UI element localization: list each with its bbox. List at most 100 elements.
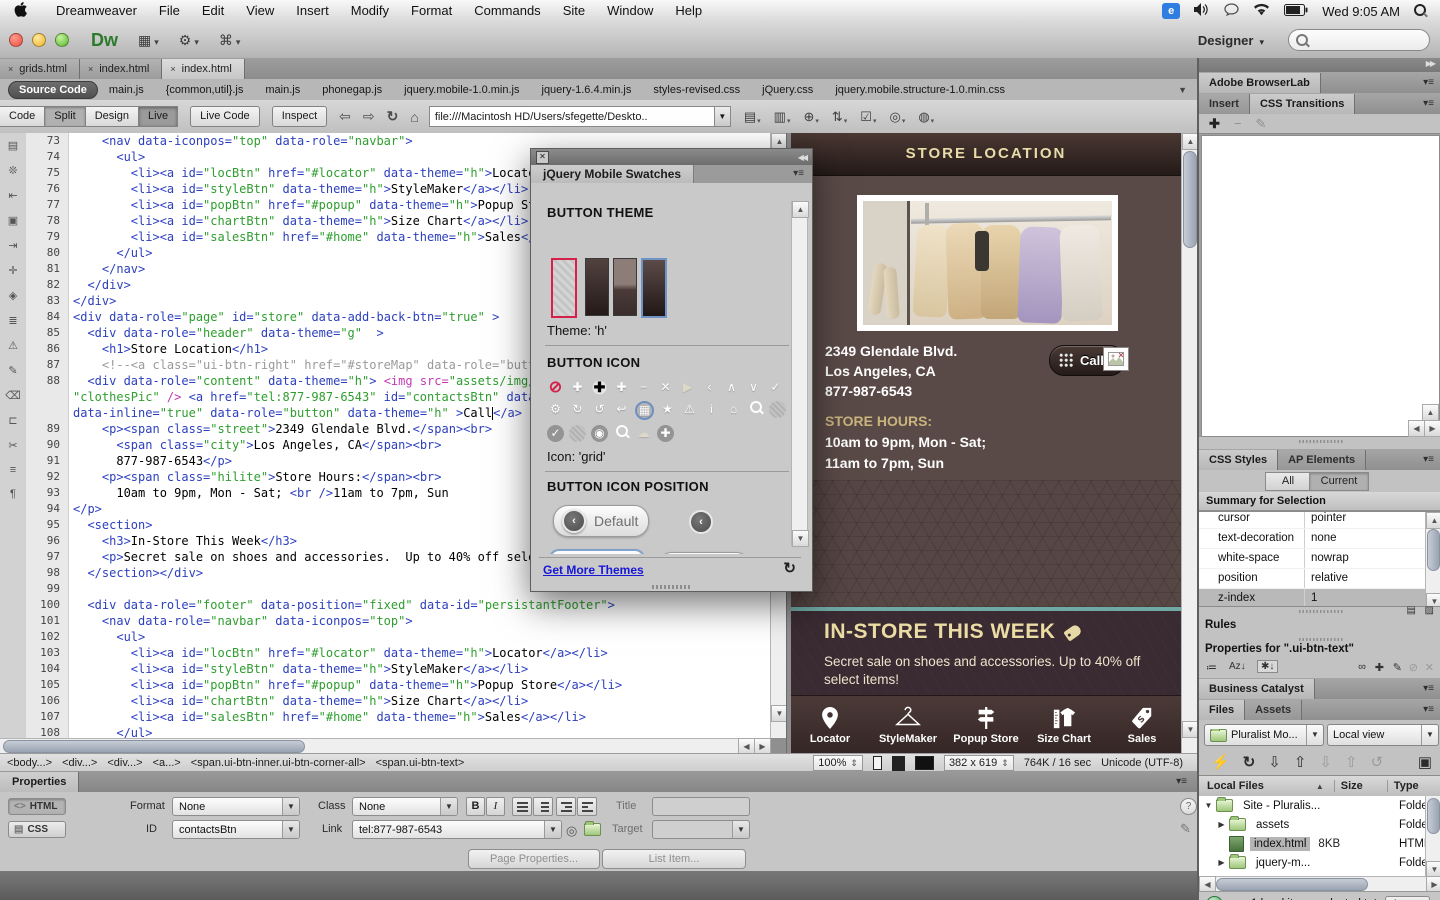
html-mode-button[interactable]: <> HTML: [8, 798, 66, 815]
nav-size-chart[interactable]: Size Chart: [1025, 696, 1103, 753]
expander-icon[interactable]: [1216, 820, 1227, 829]
edit-rule-icon[interactable]: ✎: [1393, 661, 1402, 674]
scroll-up-button[interactable]: ▲: [792, 201, 809, 218]
tag-selector-item[interactable]: <div...>: [59, 757, 100, 769]
coding-toolbar-icon[interactable]: ✛: [8, 264, 17, 277]
coding-toolbar-icon[interactable]: ⇥: [8, 239, 17, 252]
close-window-button[interactable]: [9, 33, 23, 47]
expander-icon[interactable]: [1216, 858, 1227, 867]
panel-menu-icon[interactable]: ▾≡: [1423, 73, 1434, 93]
scroll-left-button[interactable]: ◀: [1408, 420, 1425, 437]
collapse-panel-icon[interactable]: ◀◀: [798, 153, 806, 162]
collapse-dock-icon[interactable]: ▶▶: [1426, 59, 1434, 68]
coding-toolbar-icon[interactable]: ▣: [8, 214, 18, 227]
plus-alt-icon[interactable]: ✚: [591, 379, 608, 396]
icon-position-default-button[interactable]: ‹ Default: [553, 505, 649, 537]
scrollbar-thumb[interactable]: [1183, 151, 1197, 248]
panel-resize-grip[interactable]: [652, 585, 692, 589]
search-dark-icon[interactable]: [613, 425, 630, 442]
forward-icon[interactable]: ↺: [591, 401, 608, 418]
grid-icon[interactable]: ▦: [635, 401, 654, 420]
add-transition-icon[interactable]: ✚: [1209, 116, 1220, 132]
plus-icon[interactable]: ✚: [569, 379, 586, 396]
assets-tab[interactable]: Assets: [1245, 700, 1302, 720]
filter-related-files-icon[interactable]: ▼: [1178, 85, 1187, 95]
view-mode-button[interactable]: Design: [85, 106, 139, 127]
business-catalyst-tab[interactable]: Business Catalyst: [1199, 679, 1315, 699]
search-icon[interactable]: [747, 401, 764, 418]
document-tab[interactable]: × index.html: [162, 59, 244, 79]
live-view-options-icon[interactable]: ▤: [744, 109, 761, 125]
home-icon[interactable]: ⌂: [725, 401, 742, 418]
arrow-left-icon[interactable]: ‹: [701, 379, 718, 396]
site-select[interactable]: Pluralist Mo...▼: [1204, 724, 1324, 746]
desktop-size-icon[interactable]: [915, 756, 934, 770]
panel-menu-icon[interactable]: ▾≡: [1423, 700, 1434, 720]
delete-rule-icon[interactable]: ✕: [1425, 661, 1434, 674]
scrollbar-thumb[interactable]: [1216, 878, 1368, 891]
connect-icon[interactable]: ⚡: [1211, 753, 1230, 771]
css-mode-button[interactable]: ▤ CSS: [8, 821, 66, 838]
coding-toolbar-icon[interactable]: ≣: [8, 314, 17, 327]
log-button[interactable]: Log...: [1385, 896, 1431, 900]
menu-item[interactable]: Help: [664, 0, 713, 22]
alert-icon[interactable]: ⚠: [681, 401, 698, 418]
w3c-validation-icon[interactable]: ☑: [860, 109, 876, 125]
link-input[interactable]: tel:877-987-6543▼: [352, 820, 562, 839]
show-category-view-icon[interactable]: ≔: [1206, 661, 1217, 674]
summary-row[interactable]: position relative: [1199, 569, 1440, 589]
theme-swatch-h-selected[interactable]: [641, 258, 667, 318]
menu-item[interactable]: Modify: [340, 0, 400, 22]
coding-toolbar-icon[interactable]: ✎: [8, 364, 17, 377]
cloud-icon[interactable]: ☁: [635, 425, 652, 442]
coding-toolbar-icon[interactable]: ⇤: [8, 189, 17, 202]
file-tree-row[interactable]: index.html 8KB HTML: [1199, 834, 1440, 853]
address-bar[interactable]: file:///Macintosh HD/Users/sfegette/Desk…: [429, 106, 731, 127]
site-menu-icon[interactable]: ⌘: [219, 32, 241, 49]
coding-toolbar-icon[interactable]: ⊏: [8, 414, 17, 427]
window-size-select[interactable]: 382 x 619⇕: [944, 755, 1014, 771]
icon-position-right-button[interactable]: Right ‹: [657, 552, 751, 554]
document-tab[interactable]: × grids.html: [0, 59, 80, 79]
coding-toolbar-icon[interactable]: ❊: [8, 164, 17, 177]
menu-item[interactable]: File: [148, 0, 191, 22]
column-type[interactable]: Type: [1387, 780, 1419, 792]
remove-transition-icon[interactable]: −: [1234, 116, 1242, 131]
css-all-button[interactable]: All: [1265, 472, 1311, 491]
properties-tab[interactable]: Properties: [0, 772, 79, 792]
indent-button[interactable]: [577, 797, 597, 816]
arrow-up-icon[interactable]: ∧: [723, 379, 740, 396]
view-mode-button[interactable]: Split: [44, 106, 85, 127]
back-icon[interactable]: ↩: [613, 401, 630, 418]
no-icon-icon[interactable]: ⊘: [547, 379, 564, 396]
visual-aids-icon[interactable]: ◍: [918, 109, 934, 125]
nav-popup-store[interactable]: Popup Store: [947, 696, 1025, 753]
workspace-switcher[interactable]: Designer: [1198, 33, 1264, 48]
list-item-button[interactable]: List Item...: [602, 849, 746, 869]
related-file[interactable]: jquery.mobile-1.0.min.js: [393, 84, 530, 96]
get-more-themes-link[interactable]: Get More Themes: [543, 563, 644, 577]
css-current-button[interactable]: Current: [1309, 472, 1369, 491]
panel-title-bar[interactable]: ✕ ◀◀: [531, 149, 812, 165]
view-mode-button[interactable]: Code: [0, 106, 45, 127]
check-circle-icon[interactable]: ✓: [547, 425, 564, 442]
panel-menu-icon[interactable]: ▾≡: [793, 165, 804, 183]
address-dropdown-icon[interactable]: ▼: [714, 107, 730, 126]
outdent-button[interactable]: [556, 797, 576, 816]
panel-menu-icon[interactable]: ▾≡: [1176, 772, 1187, 792]
scroll-right-button[interactable]: ▶: [1424, 420, 1440, 437]
column-size[interactable]: Size: [1334, 780, 1363, 792]
plus-circle-icon[interactable]: ✚: [657, 425, 674, 442]
tag-selector-item[interactable]: <span.ui-btn-inner.ui-btn-corner-all>: [188, 757, 369, 769]
file-tree-row[interactable]: jquery-m... Folde: [1199, 853, 1440, 872]
close-tab-icon[interactable]: ×: [170, 59, 175, 79]
scrollbar-thumb[interactable]: [1427, 798, 1440, 834]
arrow-right-icon[interactable]: ▶: [679, 379, 696, 396]
new-css-rule-icon[interactable]: ✚: [1375, 661, 1384, 674]
back-icon[interactable]: ⇦: [339, 108, 351, 125]
check-out-icon[interactable]: ⇩: [1319, 753, 1332, 771]
menu-item[interactable]: Window: [596, 0, 664, 22]
ap-elements-tab[interactable]: AP Elements: [1278, 450, 1366, 470]
close-tab-icon[interactable]: ×: [88, 59, 93, 79]
panel-menu-icon[interactable]: ▾≡: [1423, 94, 1434, 114]
